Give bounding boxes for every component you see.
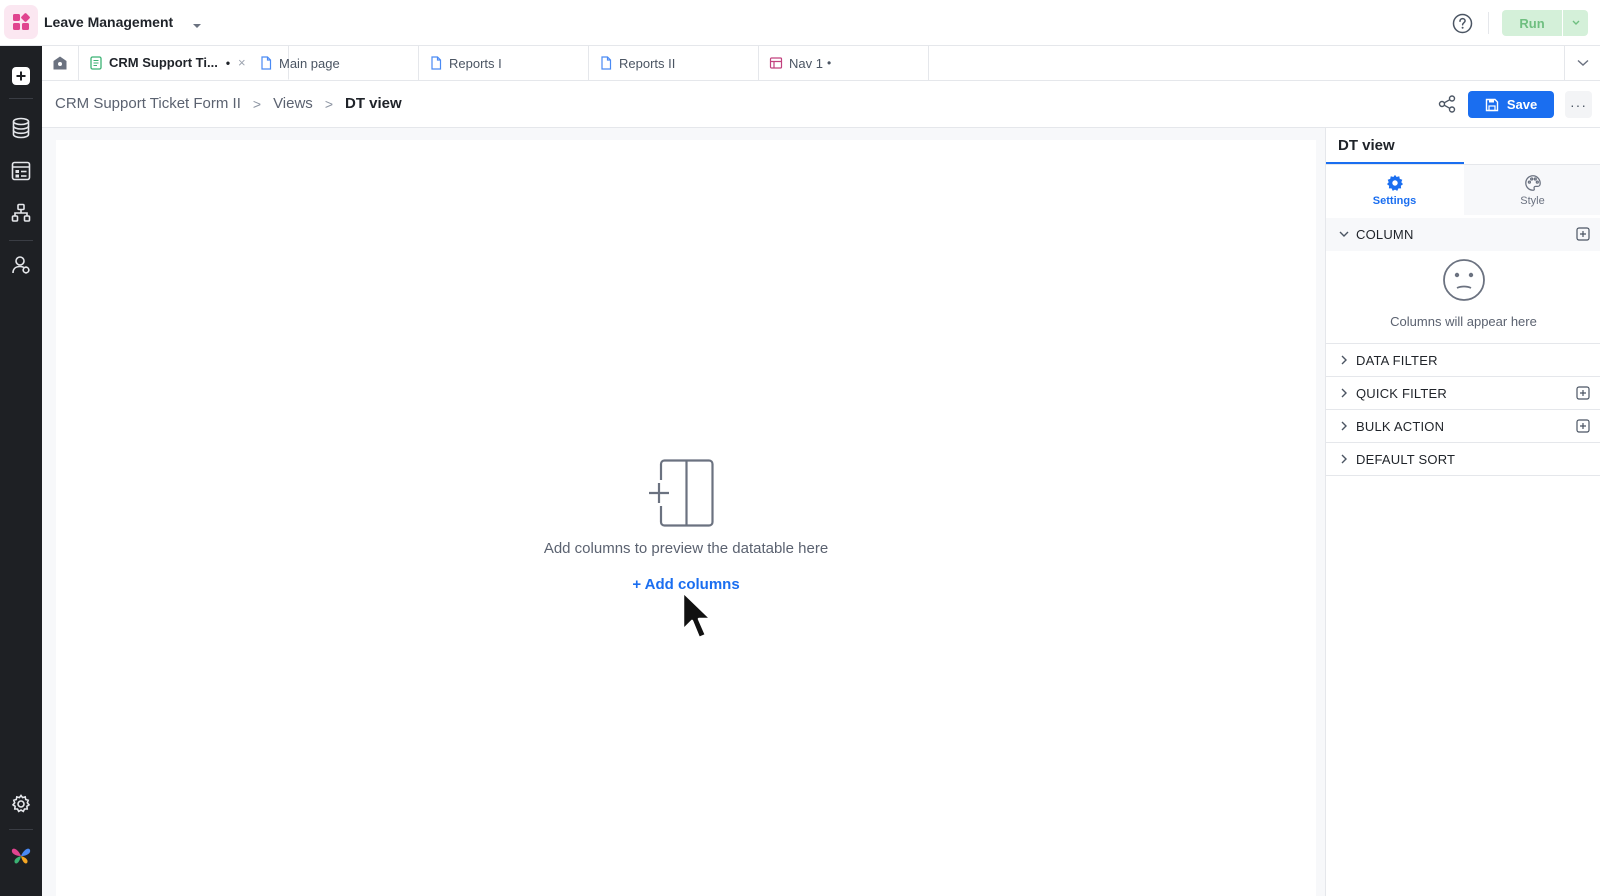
app-name[interactable]: Leave Management [44,14,173,30]
add-column-illustration-icon [647,458,717,528]
section-data-filter-label: DATA FILTER [1356,353,1438,368]
tab-label: Reports II [619,55,676,71]
datatable-preview: Add columns to preview the datatable her… [56,140,1316,896]
section-default-sort-label: DEFAULT SORT [1356,452,1456,467]
panel-title: DT view [1338,137,1395,154]
home-tab[interactable] [42,46,79,80]
more-options-button[interactable]: ··· [1565,91,1592,118]
chevron-right-icon [1341,388,1347,398]
rail-divider [9,829,33,830]
app-switcher-caret-icon[interactable] [192,18,202,33]
workflow-icon[interactable] [9,201,33,225]
add-column-icon[interactable] [1576,227,1590,241]
tab-style-label: Style [1520,194,1545,207]
add-quick-filter-icon[interactable] [1576,386,1590,400]
rail-divider [9,98,33,99]
nav-icon [769,57,783,69]
tabs-overflow-chevron-icon[interactable] [1564,46,1600,80]
brand-butterfly-icon[interactable] [9,844,33,868]
rail-divider [9,240,33,241]
section-quick-filter-label: QUICK FILTER [1356,386,1448,401]
tab-label: Main page [279,55,340,71]
column-empty-state: Columns will appear here [1326,248,1600,344]
properties-panel: DT view Settings Style COLUMN Columns wi… [1325,128,1600,896]
breadcrumb-separator-icon: > [252,95,262,112]
tab-reports-i[interactable]: Reports I [419,46,589,80]
save-label: Save [1506,97,1538,112]
add-bulk-action-icon[interactable] [1576,419,1590,433]
form-icon [90,55,102,70]
mouse-cursor-icon [681,590,713,640]
section-data-filter[interactable]: DATA FILTER [1326,344,1600,377]
breadcrumb: CRM Support Ticket Form II > Views > DT … [55,95,402,112]
section-bulk-action[interactable]: BULK ACTION [1326,410,1600,443]
users-icon[interactable] [9,253,33,277]
sad-face-icon [1443,259,1485,301]
panel-header: DT view [1326,128,1600,165]
page-icon [431,56,442,70]
section-bulk-action-label: BULK ACTION [1356,419,1445,434]
chevron-right-icon [1341,421,1347,431]
panel-tabs: Settings Style [1326,165,1600,215]
section-column[interactable]: COLUMN [1326,218,1600,251]
divider [1488,12,1489,34]
tab-style[interactable]: Style [1464,165,1600,215]
app-logo-icon[interactable] [4,5,38,39]
unsaved-dot-icon: • [225,55,231,70]
page-icon [601,56,612,70]
section-column-label: COLUMN [1356,227,1414,242]
save-button[interactable]: Save [1468,91,1554,118]
breadcrumb-item-form[interactable]: CRM Support Ticket Form II [55,95,241,112]
canvas-area: Add columns to preview the datatable her… [42,128,1325,896]
tab-reports-ii[interactable]: Reports II [589,46,759,80]
settings-gear-icon[interactable] [9,792,33,816]
tab-label: CRM Support Ti... [109,55,218,70]
breadcrumb-bar: CRM Support Ticket Form II > Views > DT … [42,81,1600,128]
breadcrumb-item-views[interactable]: Views [273,95,313,112]
add-icon[interactable] [9,64,33,88]
palette-icon [1524,174,1541,191]
page-icon [261,56,272,70]
share-icon[interactable] [1437,94,1457,114]
chevron-down-icon [1339,231,1349,237]
run-options-chevron-icon[interactable] [1563,10,1588,36]
tab-label: Nav 1 [789,55,823,71]
empty-state-message: Add columns to preview the datatable her… [543,540,829,557]
help-icon[interactable] [1452,13,1473,34]
database-icon[interactable] [9,116,33,140]
breadcrumb-separator-icon: > [324,95,333,112]
save-icon [1485,98,1499,111]
tab-main-page[interactable]: Main page [249,46,419,80]
forms-icon[interactable] [9,159,33,183]
column-empty-message: Columns will appear here [1390,314,1537,329]
section-quick-filter[interactable]: QUICK FILTER [1326,377,1600,410]
left-rail [0,46,42,896]
chevron-right-icon [1341,355,1347,365]
tab-strip: CRM Support Ti... • × Main page Reports … [42,46,1600,81]
tab-settings-label: Settings [1372,194,1417,207]
tab-settings[interactable]: Settings [1326,165,1463,215]
chevron-right-icon [1341,454,1347,464]
run-button[interactable]: Run [1502,10,1562,36]
breadcrumb-item-current: DT view [345,95,402,112]
section-default-sort[interactable]: DEFAULT SORT [1326,443,1600,476]
panel-title-underline [1326,162,1464,164]
home-icon [53,56,67,70]
close-tab-icon[interactable]: × [238,55,246,70]
settings-gear-icon [1386,174,1403,191]
tab-label: Reports I [449,55,502,71]
tab-nav-1[interactable]: Nav 1 • [759,46,929,80]
top-bar: Leave Management Run [0,0,1600,46]
unsaved-dot-icon: • [826,56,832,70]
